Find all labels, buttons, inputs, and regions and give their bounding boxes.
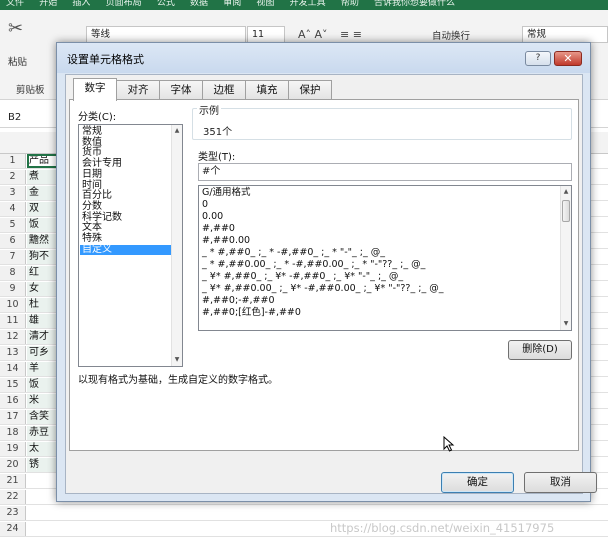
row-number[interactable]: 14 xyxy=(0,362,26,376)
tab-border[interactable]: 边框 xyxy=(202,80,246,100)
row-number[interactable]: 16 xyxy=(0,394,26,408)
format-item[interactable]: #,##0;[红色]-#,##0 xyxy=(202,307,301,319)
tell-me-search[interactable]: 告诉我你想要做什么 xyxy=(374,0,455,8)
sheet-cell[interactable] xyxy=(27,522,77,536)
wrap-text-button[interactable]: 自动换行 xyxy=(432,28,470,42)
row-number[interactable]: 22 xyxy=(0,490,26,504)
ribbon-tab-review[interactable]: 审阅 xyxy=(223,0,241,8)
ribbon-tab-home[interactable]: 开始 xyxy=(39,0,57,8)
row-number[interactable]: 7 xyxy=(0,250,26,264)
ribbon-tab-file[interactable]: 文件 xyxy=(6,0,24,8)
type-label: 类型(T): xyxy=(198,152,236,163)
scroll-thumb[interactable] xyxy=(562,200,570,222)
font-size-box[interactable]: 11 xyxy=(247,26,285,43)
format-item[interactable]: _ * #,##0.00_ ;_ * -#,##0.00_ ;_ * "-"??… xyxy=(202,259,425,271)
category-scrollbar[interactable]: ▲ ▼ xyxy=(171,125,182,366)
scroll-down-icon[interactable]: ▼ xyxy=(172,355,182,365)
row-number[interactable]: 12 xyxy=(0,330,26,344)
row-number[interactable]: 23 xyxy=(0,506,26,520)
row-number[interactable]: 9 xyxy=(0,282,26,296)
clipboard-group-label: 剪贴板 xyxy=(16,85,45,96)
name-box[interactable]: B2 xyxy=(8,112,21,123)
dialog-title: 设置单元格格式 xyxy=(67,53,144,66)
row-number[interactable]: 17 xyxy=(0,410,26,424)
category-item[interactable]: 日期 xyxy=(80,169,171,181)
row-number[interactable]: 13 xyxy=(0,346,26,360)
format-item[interactable]: G/通用格式 xyxy=(202,187,251,199)
align-icon[interactable]: ≡ ≡ xyxy=(340,28,362,41)
format-item[interactable]: _ ¥* #,##0.00_ ;_ ¥* -#,##0.00_ ;_ ¥* "-… xyxy=(202,283,443,295)
format-item[interactable]: #,##0 xyxy=(202,223,235,235)
row-number[interactable]: 18 xyxy=(0,426,26,440)
sample-value: 351个 xyxy=(203,127,233,138)
tab-protection[interactable]: 保护 xyxy=(288,80,332,100)
row-number[interactable]: 20 xyxy=(0,458,26,472)
row-number[interactable]: 8 xyxy=(0,266,26,280)
paste-button[interactable]: 粘贴 xyxy=(8,54,27,68)
cancel-button[interactable]: 取消 xyxy=(524,472,597,493)
format-item[interactable]: 0 xyxy=(202,199,208,211)
font-name-box[interactable]: 等线 xyxy=(86,26,246,43)
ribbon-tab-bar: 文件 开始 插入 页面布局 公式 数据 审阅 视图 开发工具 帮助 告诉我你想要… xyxy=(0,0,608,10)
format-code-list[interactable]: G/通用格式 0 0.00 #,##0 #,##0.00 _ * #,##0_ … xyxy=(198,185,572,331)
sheet-row: 23 xyxy=(0,506,608,521)
ribbon-tab-insert[interactable]: 插入 xyxy=(72,0,90,8)
ribbon-tab-developer[interactable]: 开发工具 xyxy=(290,0,326,8)
format-item[interactable]: 0.00 xyxy=(202,211,223,223)
row-number[interactable]: 2 xyxy=(0,170,26,184)
scroll-up-icon[interactable]: ▲ xyxy=(172,126,182,136)
row-number[interactable]: 11 xyxy=(0,314,26,328)
row-number[interactable]: 15 xyxy=(0,378,26,392)
cut-icon[interactable]: ✂ xyxy=(8,18,23,39)
dialog-client: 数字 对齐 字体 边框 填充 保护 分类(C): 常规 数值 货币 会计专用 日… xyxy=(65,74,597,494)
format-item[interactable]: #,##0;-#,##0 xyxy=(202,295,275,307)
row-number[interactable]: 24 xyxy=(0,522,26,536)
help-button[interactable]: ? xyxy=(525,51,551,66)
tab-number[interactable]: 数字 xyxy=(73,78,117,101)
ribbon-tab-page-layout[interactable]: 页面布局 xyxy=(106,0,142,8)
dialog-title-bar[interactable]: 设置单元格格式 ? ✕ xyxy=(57,43,590,73)
category-list[interactable]: 常规 数值 货币 会计专用 日期 时间 百分比 分数 科学记数 文本 特殊 自定… xyxy=(78,124,183,367)
ribbon-tab-formulas[interactable]: 公式 xyxy=(157,0,175,8)
watermark: https://blog.csdn.net/weixin_41517975 xyxy=(330,521,555,535)
mouse-pointer-icon xyxy=(443,436,455,452)
row-number[interactable]: 10 xyxy=(0,298,26,312)
close-button[interactable]: ✕ xyxy=(554,51,582,66)
number-tab-panel: 分类(C): 常规 数值 货币 会计专用 日期 时间 百分比 分数 科学记数 文… xyxy=(69,99,579,451)
row-number[interactable]: 4 xyxy=(0,202,26,216)
tab-alignment[interactable]: 对齐 xyxy=(116,80,160,100)
row-number[interactable]: 5 xyxy=(0,218,26,232)
scroll-up-icon[interactable]: ▲ xyxy=(561,187,571,197)
tab-fill[interactable]: 填充 xyxy=(245,80,289,100)
font-grow-icon[interactable]: A˄ A˅ xyxy=(298,28,328,41)
tab-font[interactable]: 字体 xyxy=(159,80,203,100)
category-item[interactable]: 分数 xyxy=(80,201,171,213)
format-scrollbar[interactable]: ▲ ▼ xyxy=(560,186,571,330)
scroll-down-icon[interactable]: ▼ xyxy=(561,319,571,329)
number-format-box[interactable]: 常规 xyxy=(522,26,608,43)
sheet-cell[interactable] xyxy=(27,506,77,520)
type-input[interactable]: #个 xyxy=(198,163,572,181)
row-number[interactable]: 19 xyxy=(0,442,26,456)
ribbon-tab-data[interactable]: 数据 xyxy=(190,0,208,8)
sample-label: 示例 xyxy=(197,102,221,117)
format-item[interactable]: #,##0.00 xyxy=(202,235,250,247)
ribbon-tab-help[interactable]: 帮助 xyxy=(341,0,359,8)
category-label: 分类(C): xyxy=(78,112,117,123)
format-description: 以现有格式为基础，生成自定义的数字格式。 xyxy=(78,375,278,386)
format-item[interactable]: _ * #,##0_ ;_ * -#,##0_ ;_ * "-"_ ;_ @_ xyxy=(202,247,385,259)
row-number[interactable]: 1 xyxy=(0,154,26,168)
delete-button[interactable]: 删除(D) xyxy=(508,340,572,360)
category-item-selected[interactable]: 自定义 xyxy=(80,244,171,256)
sample-group: 示例 351个 xyxy=(192,102,572,140)
ok-button[interactable]: 确定 xyxy=(441,472,514,493)
ribbon-tab-view[interactable]: 视图 xyxy=(256,0,274,8)
row-number[interactable]: 21 xyxy=(0,474,26,488)
row-number[interactable]: 3 xyxy=(0,186,26,200)
format-cells-dialog: 设置单元格格式 ? ✕ 数字 对齐 字体 边框 填充 保护 分类(C): 常规 … xyxy=(56,42,597,502)
format-item[interactable]: _ ¥* #,##0_ ;_ ¥* -#,##0_ ;_ ¥* "-"_ ;_ … xyxy=(202,271,403,283)
row-number[interactable]: 6 xyxy=(0,234,26,248)
